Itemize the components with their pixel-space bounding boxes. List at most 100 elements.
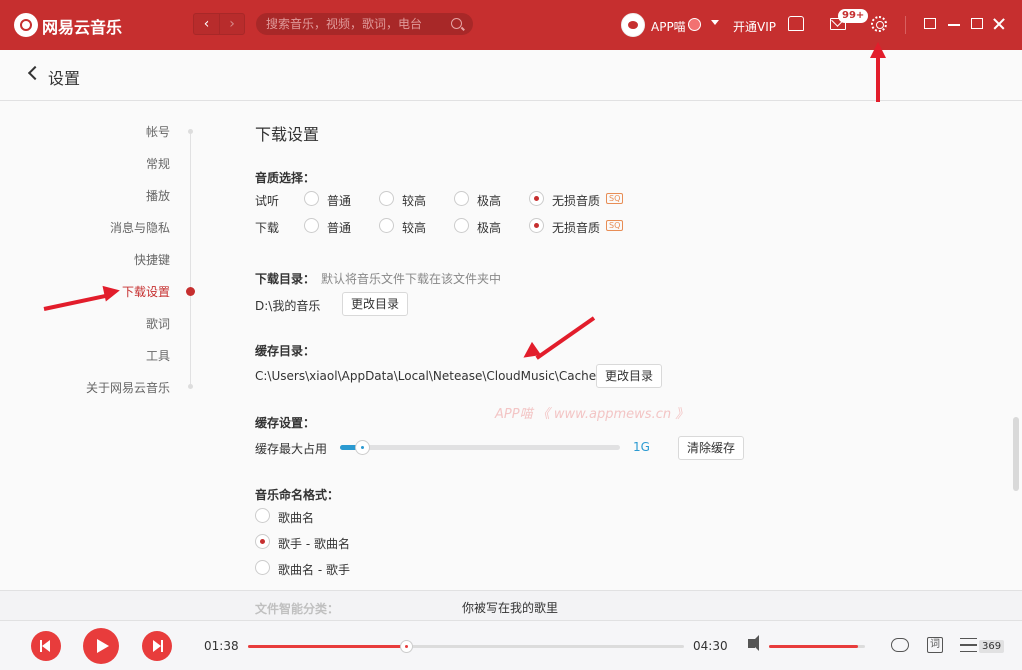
back-arrow-icon[interactable] — [27, 65, 43, 81]
change-cache-dir-button[interactable]: 更改目录 — [596, 364, 663, 388]
progress-bar[interactable] — [248, 640, 684, 653]
radio-label: 较高 — [402, 194, 427, 208]
radio-label: 歌曲名 - 歌手 — [278, 563, 350, 577]
chevron-down-icon[interactable] — [711, 20, 719, 25]
download-quality-label: 下载 — [255, 221, 280, 235]
search-icon[interactable] — [451, 18, 462, 29]
radio-label: 普通 — [327, 221, 352, 235]
nav-item-privacy[interactable]: 消息与隐私 — [110, 219, 170, 236]
nav-item-tools[interactable]: 工具 — [146, 347, 170, 364]
preview-quality-lossless-radio[interactable] — [529, 191, 544, 206]
username[interactable]: APP喵 — [651, 18, 686, 35]
maximize-icon[interactable] — [971, 18, 983, 29]
download-quality-normal-radio[interactable] — [304, 218, 319, 233]
next-icon — [153, 640, 161, 652]
radio-label: 无损音质 — [552, 194, 601, 208]
download-quality-higher-radio[interactable] — [379, 218, 394, 233]
naming-song-artist-radio[interactable] — [255, 560, 270, 575]
nav-dot-active — [186, 287, 195, 296]
volume-fill — [769, 645, 859, 648]
cache-dir-path: C:\Users\xiaol\AppData\Local\Netease\Clo… — [255, 369, 597, 383]
avatar[interactable] — [621, 13, 645, 37]
file-category-label: 文件智能分类： — [255, 602, 340, 616]
volume-icon[interactable] — [748, 635, 759, 651]
cache-slider-thumb[interactable] — [355, 440, 371, 455]
open-vip-link[interactable]: 开通VIP — [733, 18, 776, 35]
preview-quality-extreme-radio[interactable] — [454, 191, 469, 206]
preview-quality-label: 试听 — [255, 194, 280, 208]
download-dir-path: D:\我的音乐 — [255, 299, 321, 313]
cache-dir-label: 缓存目录： — [255, 344, 316, 358]
radio-label: 极高 — [477, 194, 502, 208]
settings-content: 帐号 常规 播放 消息与隐私 快捷键 下载设置 歌词 工具 关于网易云音乐 下载… — [0, 101, 1022, 590]
section-title: 下载设置 — [255, 125, 320, 144]
vip-level-icon — [688, 18, 701, 31]
play-icon — [97, 639, 109, 653]
naming-song-radio[interactable] — [255, 508, 270, 523]
cache-max-label: 缓存最大占用 — [255, 442, 328, 456]
volume-slider[interactable] — [769, 645, 865, 648]
search-input[interactable] — [256, 13, 473, 35]
previous-bar — [40, 640, 42, 652]
cache-size-slider[interactable] — [340, 440, 620, 455]
download-dir-title: 下载目录： — [255, 272, 316, 286]
page-header: 设置 — [0, 50, 1022, 101]
minimize-icon[interactable] — [948, 24, 960, 26]
scrollbar[interactable] — [1013, 417, 1019, 491]
mini-mode-icon[interactable] — [924, 18, 936, 29]
total-time: 04:30 — [693, 639, 728, 653]
download-quality-extreme-radio[interactable] — [454, 218, 469, 233]
download-dir-hint: 默认将音乐文件下载在该文件夹中 — [321, 272, 502, 286]
radio-label: 无损音质 — [552, 221, 601, 235]
back-button[interactable]: ‹ — [194, 14, 219, 34]
download-dir-label: 下载目录： 默认将音乐文件下载在该文件夹中 — [255, 270, 501, 287]
player-bar: 01:38 04:30 词 369 — [0, 620, 1022, 670]
download-quality-lossless-radio[interactable] — [529, 218, 544, 233]
arrow-head — [870, 42, 886, 58]
next-bar — [161, 640, 163, 652]
radio-label: 歌曲名 — [278, 511, 315, 525]
nav-item-download[interactable]: 下载设置 — [122, 283, 170, 300]
preview-quality-higher-radio[interactable] — [379, 191, 394, 206]
forward-button[interactable]: › — [218, 14, 244, 34]
settings-nav: 帐号 常规 播放 消息与隐私 快捷键 下载设置 歌词 工具 关于网易云音乐 — [0, 101, 200, 590]
close-icon[interactable] — [992, 17, 1006, 31]
playlist-icon[interactable] — [960, 638, 977, 652]
gear-icon[interactable] — [871, 16, 887, 32]
quality-label: 音质选择： — [255, 171, 316, 185]
nav-item-hotkeys[interactable]: 快捷键 — [134, 251, 170, 268]
arrow-shaft — [876, 52, 880, 102]
history-nav: ‹ › — [193, 13, 245, 35]
arrow-head — [102, 282, 122, 302]
loop-mode-icon[interactable] — [891, 638, 909, 652]
sq-badge: SQ — [606, 193, 624, 204]
previous-button[interactable] — [31, 631, 61, 661]
nav-item-general[interactable]: 常规 — [146, 155, 170, 172]
current-time: 01:38 — [204, 639, 239, 653]
skin-icon[interactable] — [788, 16, 804, 31]
nav-item-about[interactable]: 关于网易云音乐 — [86, 379, 170, 396]
next-button[interactable] — [142, 631, 172, 661]
naming-artist-song-radio[interactable] — [255, 534, 270, 549]
search-box — [256, 13, 473, 35]
nav-dot — [188, 384, 193, 389]
radio-label: 较高 — [402, 221, 427, 235]
playlist-count-badge[interactable]: 369 — [979, 640, 1005, 653]
preview-quality-normal-radio[interactable] — [304, 191, 319, 206]
netease-logo-icon[interactable] — [14, 13, 38, 37]
song-title: 你被写在我的歌里 — [462, 601, 559, 615]
page-title: 设置 — [48, 69, 81, 88]
nav-item-account[interactable]: 帐号 — [146, 123, 170, 140]
nav-item-playback[interactable]: 播放 — [146, 187, 170, 204]
clear-cache-button[interactable]: 清除缓存 — [678, 436, 745, 460]
nav-line — [190, 131, 191, 387]
nav-item-lyrics[interactable]: 歌词 — [146, 315, 170, 332]
play-button[interactable] — [83, 628, 119, 664]
nav-dot — [188, 129, 193, 134]
radio-label: 歌手 - 歌曲名 — [278, 537, 350, 551]
lyric-strip: 文件智能分类： 你被写在我的歌里 — [0, 590, 1022, 620]
lyric-toggle-icon[interactable]: 词 — [927, 637, 943, 653]
change-download-dir-button[interactable]: 更改目录 — [342, 292, 409, 316]
progress-thumb[interactable] — [400, 640, 414, 653]
download-settings: 下载设置 音质选择： 试听 普通 较高 极高 无损音质 SQ 下载 普通 较高 … — [255, 101, 1015, 590]
